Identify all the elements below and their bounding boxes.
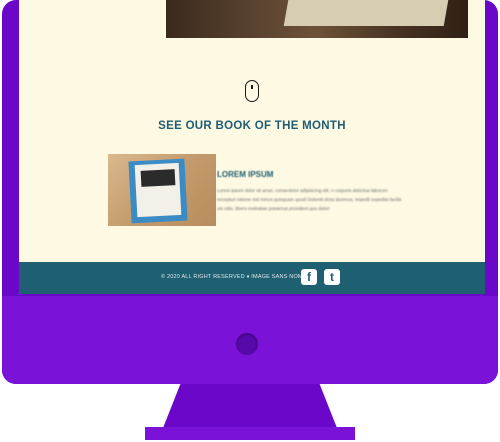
book-heading: LOREM IPSUM <box>217 170 274 179</box>
section-title: SEE OUR BOOK OF THE MONTH <box>158 120 346 132</box>
twitter-icon[interactable]: t <box>324 269 340 285</box>
monitor-stand-neck <box>163 384 337 428</box>
monitor-frame: SEE OUR BOOK OF THE MONTH LOREM IPSUM Lo… <box>2 0 498 384</box>
book-picture <box>140 169 176 187</box>
footer: © 2020 ALL RIGHT RESERVED ♦ IMAGE SANS N… <box>19 262 485 294</box>
book-description: Lorem ipsum dolor sit amet, consectetur … <box>217 188 402 211</box>
scroll-mouse-icon[interactable] <box>245 80 259 102</box>
footer-copyright: © 2020 ALL RIGHT RESERVED ♦ IMAGE SANS N… <box>161 274 303 280</box>
header-photo-paper <box>283 0 449 26</box>
twitter-glyph: t <box>330 270 334 284</box>
facebook-glyph: f <box>307 270 311 284</box>
monitor-stand-base <box>145 427 355 440</box>
monitor-screen: SEE OUR BOOK OF THE MONTH LOREM IPSUM Lo… <box>19 0 485 294</box>
book-image <box>108 154 216 226</box>
header-photo <box>166 0 468 38</box>
power-button[interactable] <box>236 333 258 355</box>
facebook-icon[interactable]: f <box>301 269 317 285</box>
